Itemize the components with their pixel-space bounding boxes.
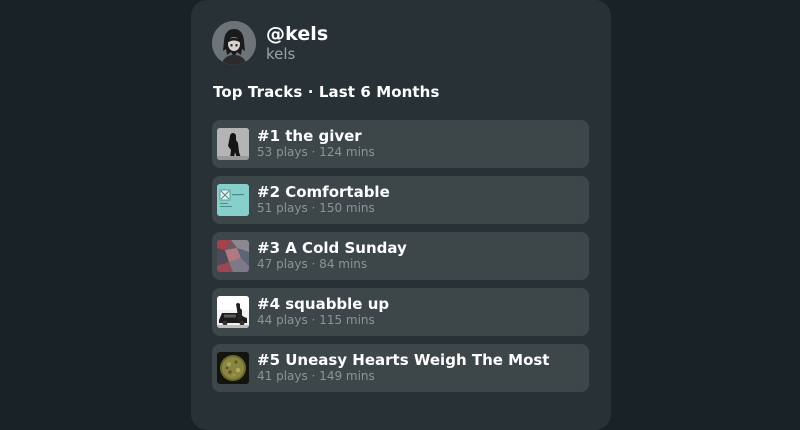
track-meta: 53 plays · 124 mins bbox=[257, 145, 375, 159]
profile-header: @kels kels bbox=[212, 21, 328, 65]
track-row[interactable]: #1 the giver 53 plays · 124 mins bbox=[212, 120, 589, 168]
album-cover-squabble-up-icon bbox=[217, 296, 249, 328]
track-meta: 44 plays · 115 mins bbox=[257, 313, 375, 327]
section-title: Top Tracks · Last 6 Months bbox=[213, 83, 440, 101]
profile-names: @kels kels bbox=[266, 23, 328, 63]
track-text: #5 Uneasy Hearts Weigh The Most 41 plays… bbox=[257, 352, 549, 384]
track-row[interactable]: #4 squabble up 44 plays · 115 mins bbox=[212, 288, 589, 336]
track-text: #3 A Cold Sunday 47 plays · 84 mins bbox=[257, 240, 407, 272]
track-text: #2 Comfortable 51 plays · 150 mins bbox=[257, 184, 390, 216]
album-cover-the-giver-icon bbox=[217, 128, 249, 160]
album-cover-uneasy-hearts-icon bbox=[217, 352, 249, 384]
track-row[interactable]: #5 Uneasy Hearts Weigh The Most 41 plays… bbox=[212, 344, 589, 392]
track-title: #1 the giver bbox=[257, 127, 362, 145]
track-row[interactable]: #3 A Cold Sunday 47 plays · 84 mins bbox=[212, 232, 589, 280]
track-meta: 47 plays · 84 mins bbox=[257, 257, 368, 271]
track-meta: 51 plays · 150 mins bbox=[257, 201, 375, 215]
profile-username: kels bbox=[266, 45, 296, 63]
track-list: #1 the giver 53 plays · 124 mins #2 Comf… bbox=[212, 120, 589, 400]
track-title: #4 squabble up bbox=[257, 295, 390, 313]
track-title: #3 A Cold Sunday bbox=[257, 239, 407, 257]
album-cover-a-cold-sunday-icon bbox=[217, 240, 249, 272]
avatar[interactable] bbox=[212, 21, 256, 65]
profile-handle: @kels bbox=[266, 23, 329, 45]
track-text: #4 squabble up 44 plays · 115 mins bbox=[257, 296, 389, 328]
profile-card: @kels kels Top Tracks · Last 6 Months #1… bbox=[191, 0, 611, 430]
album-cover-comfortable-icon bbox=[217, 184, 249, 216]
track-title: #2 Comfortable bbox=[257, 183, 390, 201]
track-meta: 41 plays · 149 mins bbox=[257, 369, 375, 383]
track-title: #5 Uneasy Hearts Weigh The Most bbox=[257, 351, 550, 369]
track-text: #1 the giver 53 plays · 124 mins bbox=[257, 128, 375, 160]
track-row[interactable]: #2 Comfortable 51 plays · 150 mins bbox=[212, 176, 589, 224]
